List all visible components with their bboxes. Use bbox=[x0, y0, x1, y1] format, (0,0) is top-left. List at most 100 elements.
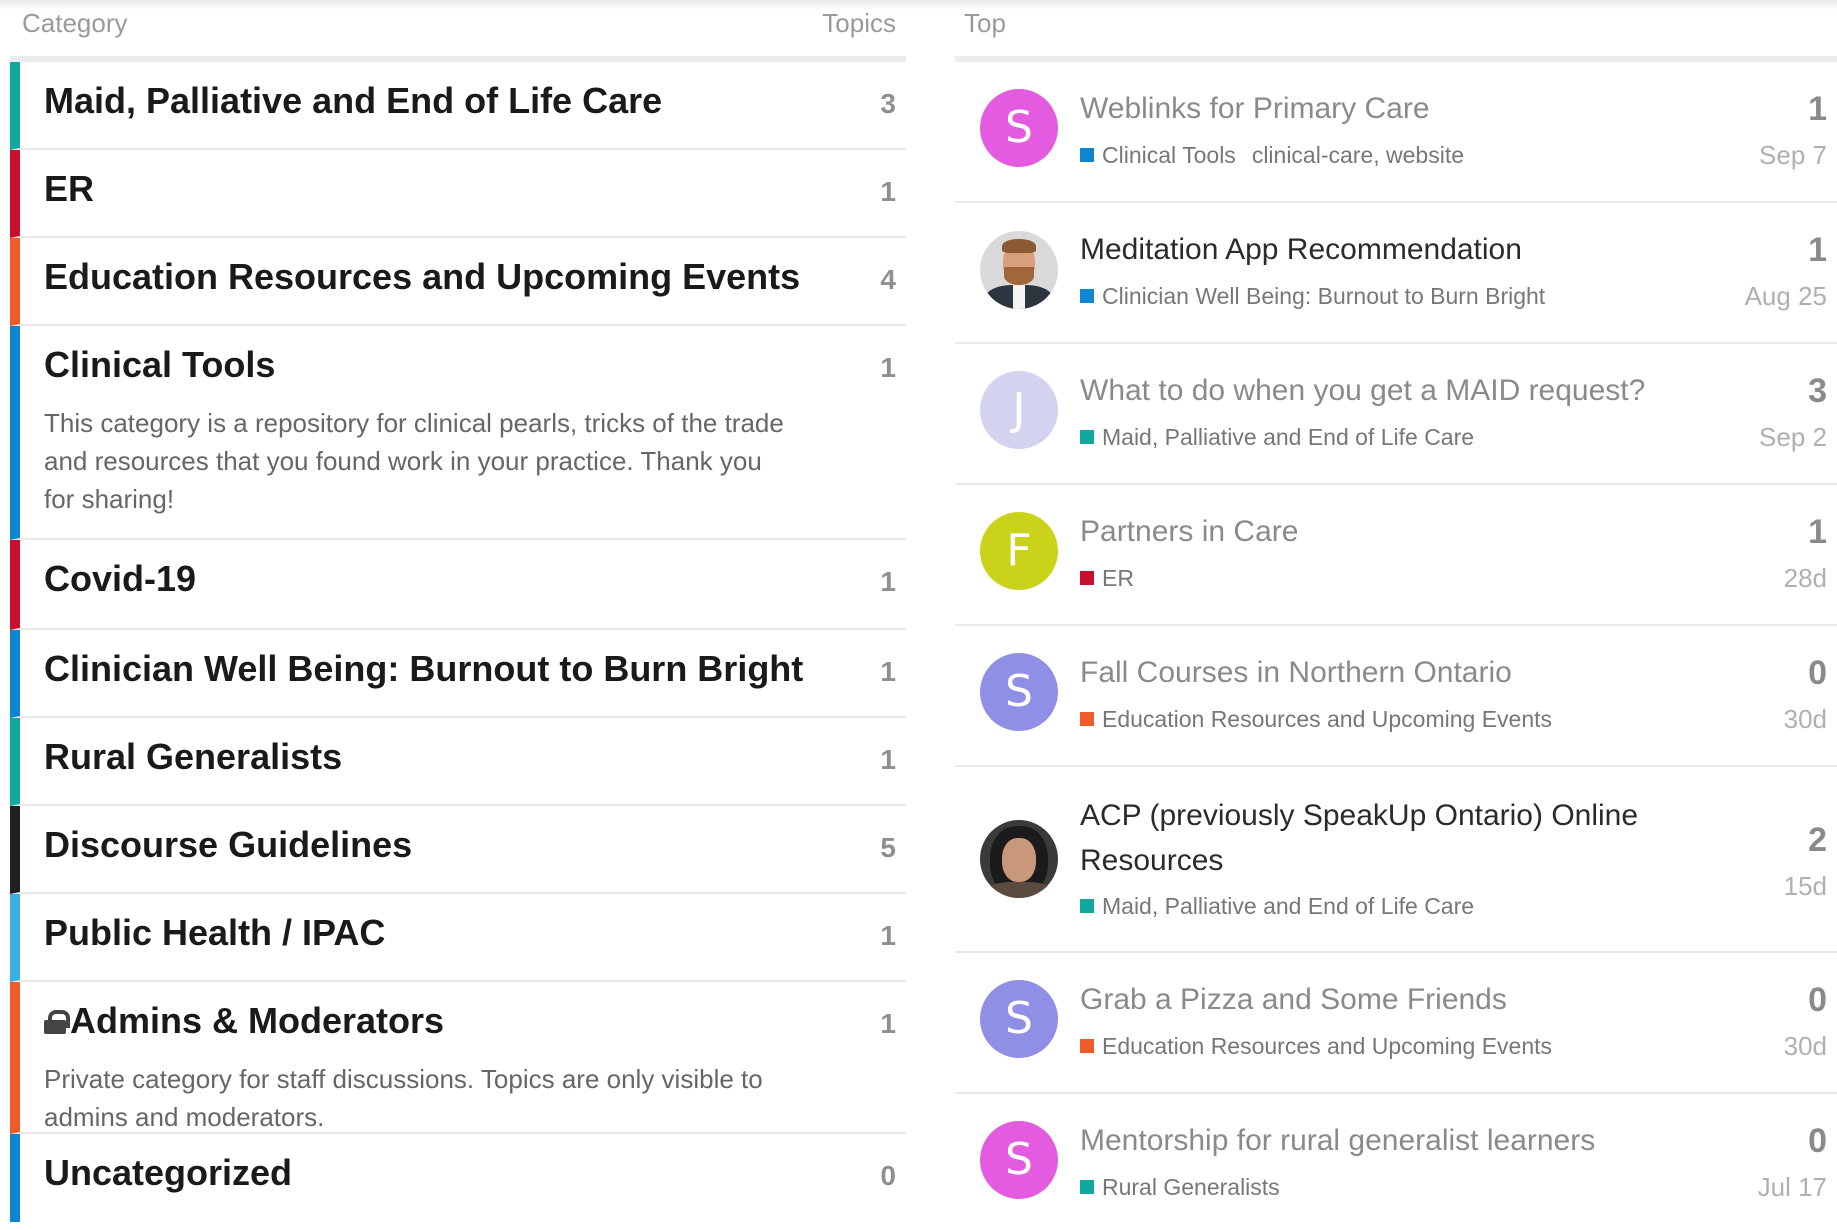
avatar[interactable] bbox=[980, 820, 1058, 898]
topic-activity-date[interactable]: Sep 2 bbox=[1759, 422, 1827, 453]
topic-title[interactable]: Meditation App Recommendation bbox=[1080, 233, 1522, 267]
topic-row[interactable]: S Weblinks for Primary Care Clinical Too… bbox=[955, 62, 1837, 203]
category-name[interactable]: Clinical Tools bbox=[44, 344, 275, 386]
topic-activity-date[interactable]: Jul 17 bbox=[1758, 1172, 1827, 1203]
category-color-square bbox=[1080, 1180, 1094, 1194]
category-description: This category is a repository for clinic… bbox=[44, 408, 784, 514]
topic-title[interactable]: What to do when you get a MAID request? bbox=[1080, 374, 1645, 408]
topic-row[interactable]: ACP (previously SpeakUp Ontario) Online … bbox=[955, 767, 1837, 953]
topic-row[interactable]: S Grab a Pizza and Some Friends Educatio… bbox=[955, 953, 1837, 1094]
category-topic-count: 1 bbox=[880, 656, 896, 687]
category-name[interactable]: Maid, Palliative and End of Life Care bbox=[44, 80, 662, 122]
avatar[interactable]: J bbox=[980, 371, 1058, 449]
avatar[interactable]: S bbox=[980, 1121, 1058, 1199]
topic-title[interactable]: ACP (previously SpeakUp Ontario) Online … bbox=[1080, 793, 1640, 883]
topic-reply-count: 0 bbox=[1808, 1122, 1827, 1160]
topic-category-link[interactable]: Education Resources and Upcoming Events bbox=[1102, 1033, 1552, 1059]
topic-reply-count: 1 bbox=[1808, 90, 1827, 128]
topic-meta: Rural Generalists bbox=[1080, 1174, 1280, 1201]
topic-meta: Clinician Well Being: Burnout to Burn Br… bbox=[1080, 283, 1545, 310]
topic-title[interactable]: Weblinks for Primary Care bbox=[1080, 92, 1430, 126]
category-row-covid[interactable]: Covid-19 1 bbox=[10, 540, 906, 630]
topic-reply-count: 3 bbox=[1808, 372, 1827, 410]
topic-title[interactable]: Mentorship for rural generalist learners bbox=[1080, 1124, 1595, 1158]
category-row-uncategorized[interactable]: Uncategorized 0 bbox=[10, 1134, 906, 1222]
avatar-photo-beard bbox=[1004, 267, 1034, 285]
topic-activity-date[interactable]: 28d bbox=[1784, 563, 1827, 594]
category-name[interactable]: Clinician Well Being: Burnout to Burn Br… bbox=[44, 648, 803, 690]
topic-meta: Maid, Palliative and End of Life Care bbox=[1080, 893, 1474, 920]
topic-reply-count: 0 bbox=[1808, 654, 1827, 692]
topic-tags[interactable]: clinical-care, website bbox=[1252, 142, 1464, 168]
categories-list: Category Topics Maid, Palliative and End… bbox=[10, 0, 906, 1222]
topic-row[interactable]: J What to do when you get a MAID request… bbox=[955, 344, 1837, 485]
topic-reply-count: 1 bbox=[1808, 513, 1827, 551]
topic-meta: ER bbox=[1080, 565, 1134, 592]
avatar-photo-shirt bbox=[1013, 285, 1025, 309]
category-row-discourse-guidelines[interactable]: Discourse Guidelines 5 bbox=[10, 806, 906, 894]
avatar[interactable] bbox=[980, 231, 1058, 309]
category-name[interactable]: Public Health / IPAC bbox=[44, 912, 385, 954]
category-color-square bbox=[1080, 899, 1094, 913]
topic-activity-date[interactable]: Aug 25 bbox=[1745, 281, 1827, 312]
topic-reply-count: 0 bbox=[1808, 981, 1827, 1019]
topic-row[interactable]: S Fall Courses in Northern Ontario Educa… bbox=[955, 626, 1837, 767]
topic-category-link[interactable]: Maid, Palliative and End of Life Care bbox=[1102, 424, 1474, 450]
topic-category-link[interactable]: Rural Generalists bbox=[1102, 1174, 1280, 1200]
topic-title[interactable]: Fall Courses in Northern Ontario bbox=[1080, 656, 1512, 690]
topic-title[interactable]: Grab a Pizza and Some Friends bbox=[1080, 983, 1507, 1017]
categories-header: Category Topics bbox=[10, 0, 906, 62]
topic-activity-date[interactable]: Sep 7 bbox=[1759, 140, 1827, 171]
topic-category-link[interactable]: Clinician Well Being: Burnout to Burn Br… bbox=[1102, 283, 1545, 309]
category-row-education[interactable]: Education Resources and Upcoming Events … bbox=[10, 238, 906, 326]
category-topic-count: 1 bbox=[880, 352, 896, 383]
topic-activity-date[interactable]: 15d bbox=[1784, 871, 1827, 902]
top-column-header[interactable]: Top bbox=[964, 8, 1006, 39]
lock-icon bbox=[44, 1010, 70, 1034]
avatar[interactable]: S bbox=[980, 653, 1058, 731]
category-row-maid[interactable]: Maid, Palliative and End of Life Care 3 bbox=[10, 62, 906, 150]
topic-meta: Clinical Tools clinical-care, website bbox=[1080, 142, 1464, 169]
topics-column-header[interactable]: Topics bbox=[822, 8, 896, 39]
topic-category-link[interactable]: Education Resources and Upcoming Events bbox=[1102, 706, 1552, 732]
topic-category-link[interactable]: ER bbox=[1102, 565, 1134, 591]
topic-row[interactable]: F Partners in Care ER 1 28d bbox=[955, 485, 1837, 626]
avatar[interactable]: S bbox=[980, 980, 1058, 1058]
category-topic-count: 1 bbox=[880, 920, 896, 951]
avatar-photo-face bbox=[1002, 838, 1036, 882]
avatar[interactable]: S bbox=[980, 89, 1058, 167]
category-color-square bbox=[1080, 148, 1094, 162]
category-name[interactable]: ER bbox=[44, 168, 94, 210]
topic-row[interactable]: Meditation App Recommendation Clinician … bbox=[955, 203, 1837, 344]
category-name-wrapper[interactable]: Admins & Moderators bbox=[44, 1000, 444, 1042]
topic-activity-date[interactable]: 30d bbox=[1784, 704, 1827, 735]
category-row-clinical-tools[interactable]: Clinical Tools 1 This category is a repo… bbox=[10, 326, 906, 540]
category-topic-count: 1 bbox=[880, 176, 896, 207]
topic-category-link[interactable]: Maid, Palliative and End of Life Care bbox=[1102, 893, 1474, 919]
category-column-header[interactable]: Category bbox=[22, 8, 128, 39]
top-topics-list: Top S Weblinks for Primary Care Clinical… bbox=[955, 0, 1837, 1230]
topic-activity-date[interactable]: 30d bbox=[1784, 1031, 1827, 1062]
topic-row[interactable]: S Mentorship for rural generalist learne… bbox=[955, 1094, 1837, 1230]
category-name[interactable]: Uncategorized bbox=[44, 1152, 292, 1194]
category-name[interactable]: Education Resources and Upcoming Events bbox=[44, 256, 800, 298]
category-name[interactable]: Discourse Guidelines bbox=[44, 824, 412, 866]
topic-category-link[interactable]: Clinical Tools bbox=[1102, 142, 1236, 168]
avatar[interactable]: F bbox=[980, 512, 1058, 590]
category-row-clinician-well-being[interactable]: Clinician Well Being: Burnout to Burn Br… bbox=[10, 630, 906, 718]
category-row-rural-generalists[interactable]: Rural Generalists 1 bbox=[10, 718, 906, 806]
category-name[interactable]: Rural Generalists bbox=[44, 736, 342, 778]
topic-reply-count: 2 bbox=[1808, 821, 1827, 859]
category-row-public-health[interactable]: Public Health / IPAC 1 bbox=[10, 894, 906, 982]
category-row-admins-moderators[interactable]: Admins & Moderators 1 Private category f… bbox=[10, 982, 906, 1134]
category-name[interactable]: Admins & Moderators bbox=[70, 1000, 444, 1041]
category-topic-count: 5 bbox=[880, 832, 896, 863]
avatar-photo-hair bbox=[1002, 239, 1036, 253]
category-name[interactable]: Covid-19 bbox=[44, 558, 196, 600]
topic-title[interactable]: Partners in Care bbox=[1080, 515, 1298, 549]
topic-meta: Maid, Palliative and End of Life Care bbox=[1080, 424, 1474, 451]
category-color-square bbox=[1080, 712, 1094, 726]
topic-meta: Education Resources and Upcoming Events bbox=[1080, 706, 1552, 733]
topic-meta: Education Resources and Upcoming Events bbox=[1080, 1033, 1552, 1060]
category-row-er[interactable]: ER 1 bbox=[10, 150, 906, 238]
